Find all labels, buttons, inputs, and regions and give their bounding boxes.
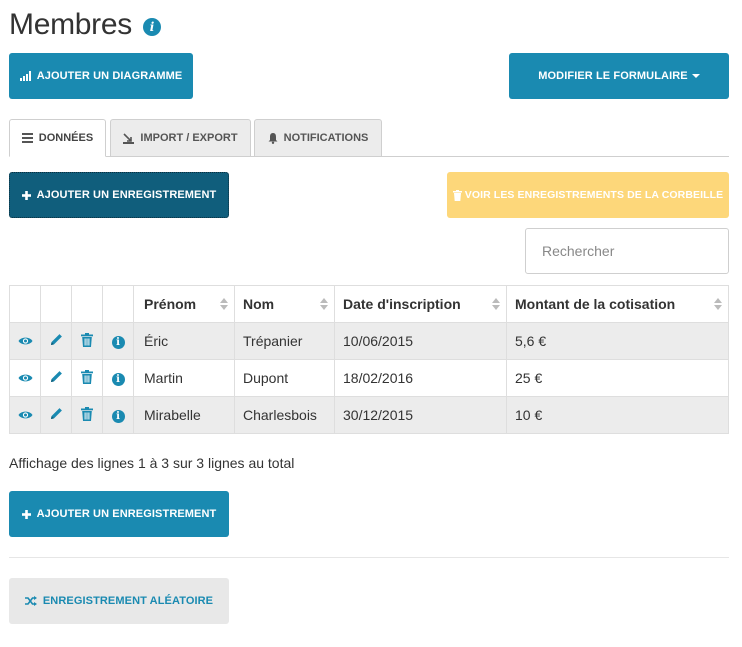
info-icon[interactable]: i [143, 18, 161, 36]
list-icon [21, 133, 33, 143]
sort-icon [714, 298, 722, 312]
tab-label: DONNÉES [38, 132, 94, 144]
delete-cell [71, 322, 103, 360]
cell-montant: 5,6 € [506, 322, 729, 360]
add-record-button[interactable]: AJOUTER UN ENREGISTREMENT [9, 172, 229, 218]
view-cell [9, 396, 41, 434]
add-record-bottom-button[interactable]: AJOUTER UN ENREGISTREMENT [9, 491, 229, 537]
column-header-nom[interactable]: Nom [234, 285, 335, 323]
plus-icon [21, 509, 31, 519]
info-icon[interactable]: i [111, 335, 125, 349]
cell-prenom: Mirabelle [133, 396, 235, 434]
random-record-button[interactable]: ENREGISTREMENT ALÉATOIRE [9, 578, 229, 624]
caret-down-icon [691, 74, 700, 78]
tab-label: IMPORT / EXPORT [140, 132, 238, 144]
bar-chart-icon [19, 71, 31, 81]
plus-icon [21, 190, 31, 200]
cell-prenom: Martin [133, 359, 235, 397]
column-header-prenom[interactable]: Prénom [133, 285, 235, 323]
cell-date: 10/06/2015 [334, 322, 507, 360]
view-cell [9, 359, 41, 397]
cell-montant: 10 € [506, 396, 729, 434]
table-header-row: Prénom Nom Date d'inscription Montant de… [9, 285, 729, 323]
table-row: i Martin Dupont 18/02/2016 25 € [9, 359, 729, 397]
column-header-date[interactable]: Date d'inscription [334, 285, 507, 323]
view-trash-label: VOIR LES ENREGISTREMENTS DE LA CORBEILLE [464, 189, 724, 201]
delete-cell [71, 359, 103, 397]
modify-form-button[interactable]: MODIFIER LE FORMULAIRE [509, 53, 729, 99]
column-header-edit [40, 285, 72, 323]
cell-nom: Charlesbois [234, 396, 335, 434]
table-row: i Mirabelle Charlesbois 30/12/2015 10 € [9, 396, 729, 434]
edit-cell [40, 359, 72, 397]
info-icon[interactable]: i [111, 372, 125, 386]
page-title: Membres [9, 8, 132, 41]
cell-montant: 25 € [506, 359, 729, 397]
edit-cell [40, 396, 72, 434]
trash-icon[interactable] [81, 332, 93, 347]
bell-icon [268, 132, 278, 144]
view-cell [9, 322, 41, 360]
trash-icon[interactable] [81, 406, 93, 421]
column-header-montant[interactable]: Montant de la cotisation [506, 285, 729, 323]
import-export-icon [123, 132, 135, 144]
sort-icon [492, 298, 500, 312]
info-cell: i [102, 396, 134, 434]
info-cell: i [102, 359, 134, 397]
view-trash-button[interactable]: VOIR LES ENREGISTREMENTS DE LA CORBEILLE [447, 172, 729, 218]
tab-import-export[interactable]: IMPORT / EXPORT [110, 119, 251, 157]
sort-icon [220, 298, 228, 312]
cell-nom: Dupont [234, 359, 335, 397]
cell-date: 18/02/2016 [334, 359, 507, 397]
modify-form-label: MODIFIER LE FORMULAIRE [538, 70, 688, 82]
edit-cell [40, 322, 72, 360]
eye-icon[interactable] [18, 336, 33, 346]
add-record-bottom-label: AJOUTER UN ENREGISTREMENT [36, 508, 217, 520]
delete-cell [71, 396, 103, 434]
trash-icon[interactable] [81, 369, 93, 384]
add-chart-button[interactable]: AJOUTER UN DIAGRAMME [9, 53, 193, 99]
trash-icon [452, 189, 462, 201]
sort-icon [320, 298, 328, 312]
info-icon[interactable]: i [111, 409, 125, 423]
column-header-delete [71, 285, 103, 323]
search-input[interactable] [525, 228, 729, 274]
eye-icon[interactable] [18, 373, 33, 383]
tab-label: NOTIFICATIONS [283, 132, 369, 144]
pencil-icon[interactable] [50, 370, 63, 383]
pagination-summary: Affichage des lignes 1 à 3 sur 3 lignes … [9, 455, 295, 471]
divider [9, 557, 729, 558]
column-header-info [102, 285, 134, 323]
pencil-icon[interactable] [50, 333, 63, 346]
cell-date: 30/12/2015 [334, 396, 507, 434]
add-chart-label: AJOUTER UN DIAGRAMME [36, 70, 183, 82]
pencil-icon[interactable] [50, 407, 63, 420]
info-cell: i [102, 322, 134, 360]
random-record-label: ENREGISTREMENT ALÉATOIRE [42, 595, 214, 607]
records-table: Prénom Nom Date d'inscription Montant de… [9, 285, 729, 434]
cell-nom: Trépanier [234, 322, 335, 360]
shuffle-icon [24, 596, 37, 606]
tab-donnees[interactable]: DONNÉES [9, 119, 106, 157]
table-row: i Éric Trépanier 10/06/2015 5,6 € [9, 322, 729, 360]
tab-bar: DONNÉES IMPORT / EXPORT NOTIFICATIONS [9, 119, 729, 157]
cell-prenom: Éric [133, 322, 235, 360]
eye-icon[interactable] [18, 410, 33, 420]
column-header-view [9, 285, 41, 323]
add-record-label: AJOUTER UN ENREGISTREMENT [36, 189, 217, 201]
tab-notifications[interactable]: NOTIFICATIONS [254, 119, 382, 157]
